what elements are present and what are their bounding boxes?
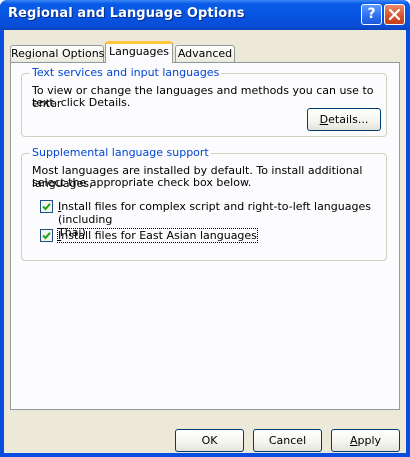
east-asian-label[interactable]: Install files for East Asian languages (57, 228, 258, 243)
apply-accel: A (349, 434, 358, 447)
tab-languages[interactable]: Languages (105, 41, 173, 63)
checkmark-icon (42, 203, 51, 211)
close-icon (388, 8, 401, 21)
window-title: Regional and Language Options (8, 6, 245, 21)
details-label-rest: etails... (328, 113, 369, 126)
tab-panel-languages: Text services and input languages To vie… (10, 62, 400, 410)
tab-advanced[interactable]: Advanced (175, 45, 235, 62)
text-services-group: Text services and input languages To vie… (21, 66, 387, 137)
apply-label-rest: pply (357, 434, 382, 447)
east-asian-label-text: nstall files for East Asian languages (61, 229, 257, 242)
details-button[interactable]: Details... (307, 108, 381, 131)
supplemental-group-title: Supplemental language support (30, 146, 211, 159)
supplemental-language-group: Supplemental language support Most langu… (21, 146, 387, 261)
close-button[interactable] (384, 4, 405, 25)
text-services-group-title: Text services and input languages (30, 66, 222, 79)
text-services-description-line2: text, click Details. (32, 96, 131, 109)
apply-button[interactable]: Apply (331, 429, 400, 452)
dialog-window: Regional and Language Options ? Regional… (0, 0, 410, 457)
checkmark-icon (42, 232, 51, 240)
title-bar[interactable]: Regional and Language Options ? (0, 0, 410, 30)
dialog-client-area: Regional Options Languages Advanced Text… (4, 30, 406, 453)
supplemental-description-line2: select the appropriate check box below. (32, 176, 252, 189)
complex-script-checkbox[interactable] (40, 200, 53, 213)
complex-script-label-line1: nstall files for complex script and righ… (58, 200, 371, 226)
details-accel: D (319, 113, 329, 126)
help-button[interactable]: ? (361, 4, 382, 25)
cancel-button[interactable]: Cancel (253, 429, 322, 452)
tab-regional-options[interactable]: Regional Options (10, 45, 104, 62)
ok-button[interactable]: OK (175, 429, 244, 452)
east-asian-checkbox[interactable] (40, 229, 53, 242)
